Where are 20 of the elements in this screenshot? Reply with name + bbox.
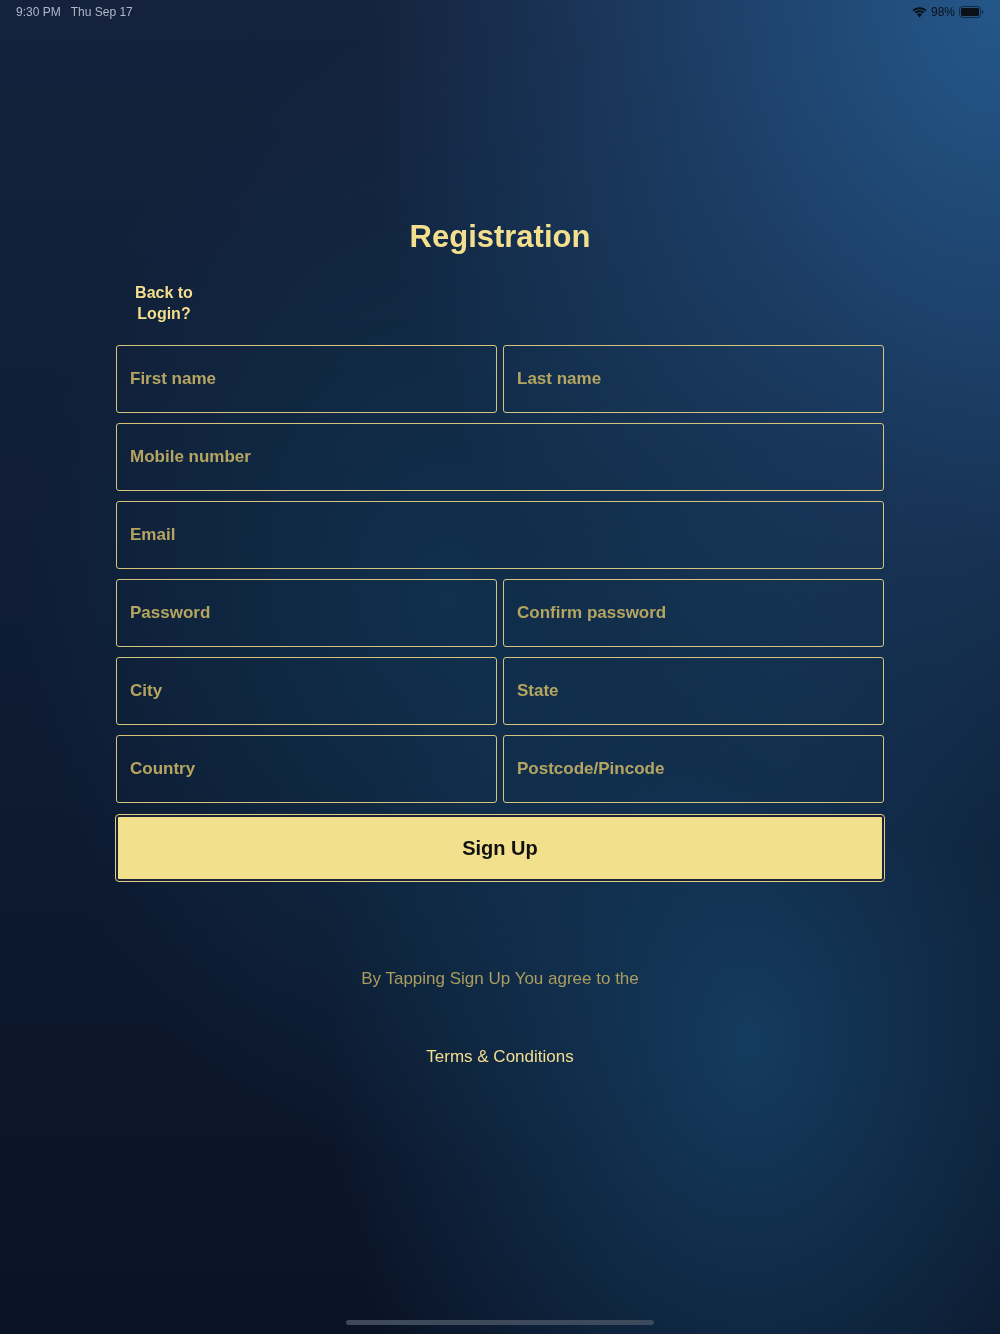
battery-icon — [959, 6, 984, 18]
input-field[interactable]: City — [116, 657, 497, 725]
sign-up-button[interactable]: Sign Up — [116, 815, 884, 881]
back-to-login-link[interactable]: Back to Login? — [124, 282, 204, 324]
status-date: Thu Sep 17 — [70, 4, 133, 21]
terms-link[interactable]: Terms & Conditions — [426, 1045, 574, 1069]
input-field[interactable]: Postcode/Pincode — [503, 735, 884, 803]
agreement-text: By Tapping Sign Up You agree to the — [361, 968, 639, 990]
input-field[interactable]: Mobile number — [116, 423, 884, 491]
input-field[interactable]: Password — [116, 579, 497, 647]
input-field[interactable]: State — [503, 657, 884, 725]
input-field[interactable]: Email — [116, 501, 884, 569]
input-field[interactable]: Last name — [503, 345, 884, 413]
battery-percentage: 98% — [930, 4, 955, 21]
input-field[interactable]: First name — [116, 345, 497, 413]
input-field[interactable]: Confirm password — [503, 579, 884, 647]
status-time: 9:30 PM — [16, 4, 61, 21]
page-title: Registration — [409, 218, 591, 256]
input-field[interactable]: Country — [116, 735, 497, 803]
wifi-icon — [911, 6, 927, 18]
